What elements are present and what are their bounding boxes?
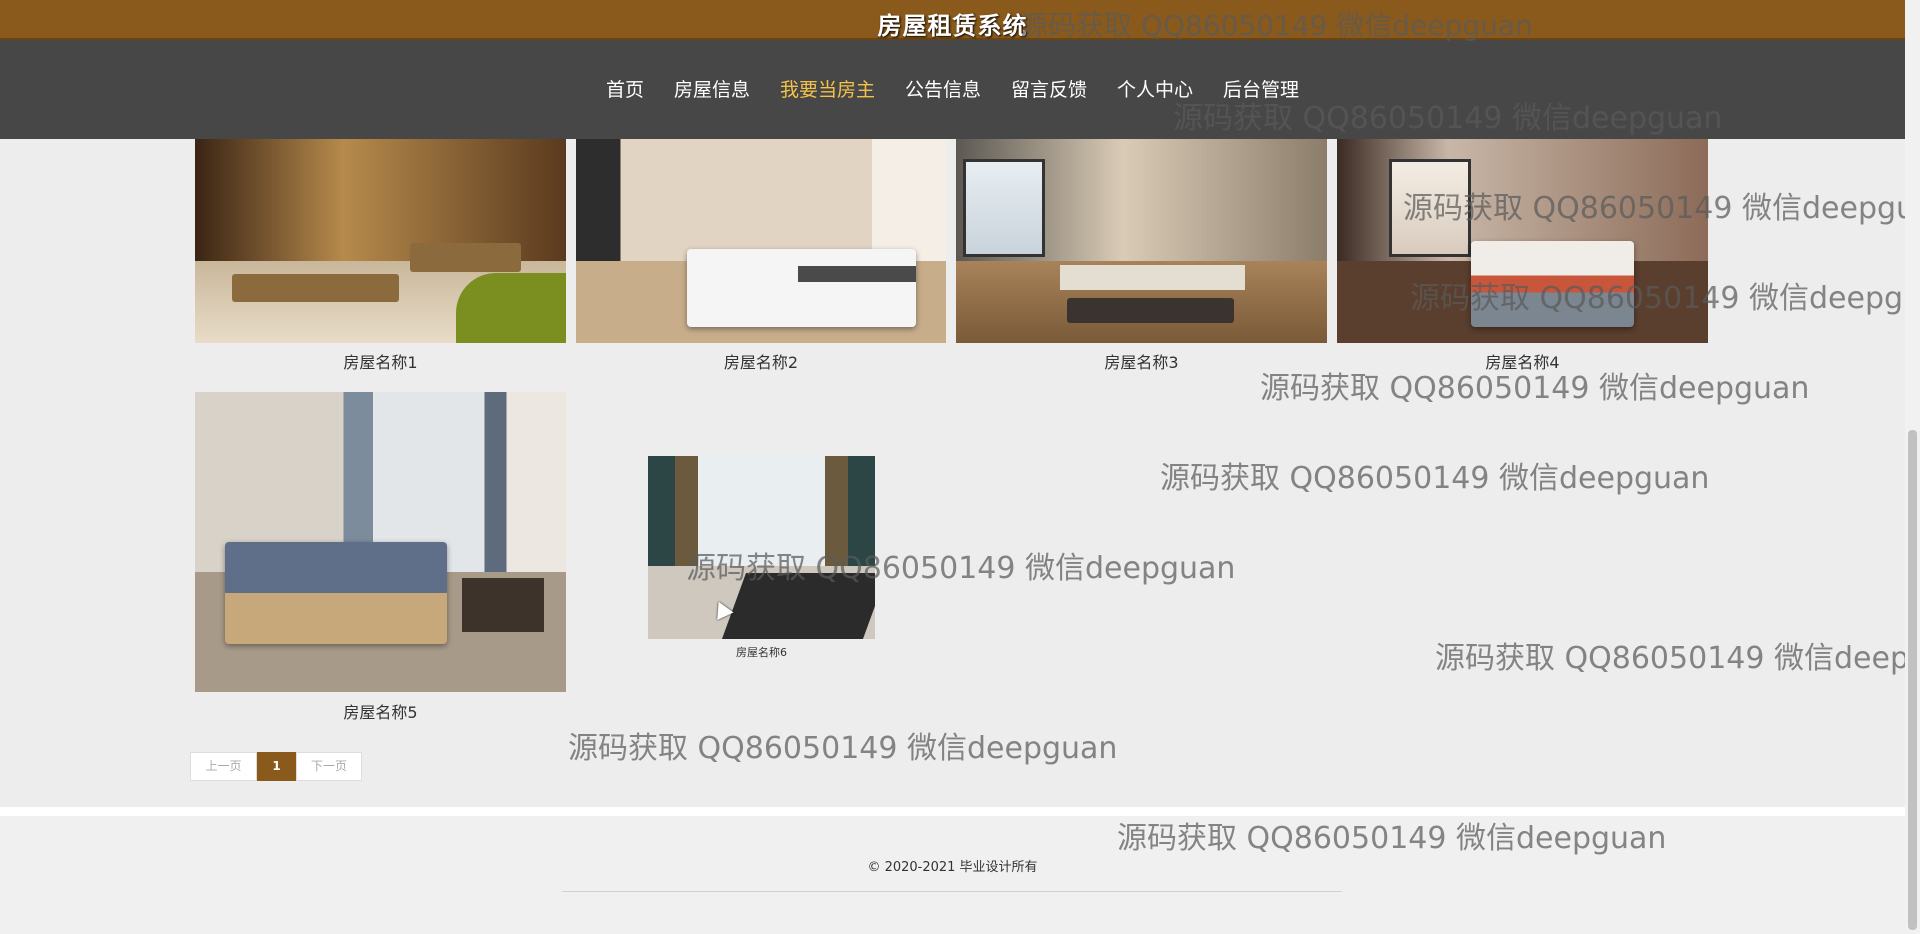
footer-divider (0, 807, 1905, 816)
copyright-text: © 2020-2021 毕业设计所有 (867, 860, 1038, 875)
top-banner: 房屋租赁系统 (0, 0, 1905, 40)
nav-item-personal-center[interactable]: 个人中心 (1117, 75, 1193, 102)
listing-image[interactable] (956, 139, 1327, 343)
listing-name[interactable]: 房屋名称3 (956, 349, 1327, 373)
listing-card[interactable]: 房屋名称3 (956, 139, 1327, 372)
nav-item-home[interactable]: 首页 (606, 75, 644, 102)
listing-name[interactable]: 房屋名称2 (576, 349, 946, 373)
main-navbar: 首页 房屋信息 我要当房主 公告信息 留言反馈 个人中心 后台管理 (0, 40, 1905, 139)
vertical-scrollbar[interactable] (1905, 0, 1920, 934)
next-page-button[interactable]: 下一页 (296, 752, 362, 781)
scrollbar-thumb[interactable] (1908, 430, 1917, 930)
listing-card[interactable]: 房屋名称4 (1337, 139, 1708, 372)
pagination: 上一页 1 下一页 (190, 752, 362, 781)
watermark-text: 源码获取 QQ86050149 微信deepguan (1435, 641, 1920, 676)
nav-item-house-info[interactable]: 房屋信息 (674, 75, 750, 102)
watermark-text: 源码获取 QQ86050149 微信deepguan (1160, 461, 1710, 496)
footer (0, 816, 1905, 934)
nav-item-announcements[interactable]: 公告信息 (905, 75, 981, 102)
listing-name[interactable]: 房屋名称1 (195, 349, 566, 373)
listing-name[interactable]: 房屋名称5 (195, 699, 566, 723)
listing-name[interactable]: 房屋名称4 (1337, 349, 1708, 373)
nav-item-become-landlord[interactable]: 我要当房主 (780, 75, 875, 102)
listing-image[interactable] (195, 392, 566, 692)
nav-item-admin[interactable]: 后台管理 (1223, 75, 1299, 102)
listing-image[interactable] (195, 139, 566, 343)
watermark-text: 源码获取 QQ86050149 微信deepguan (568, 731, 1118, 766)
listing-card[interactable]: 房屋名称1 (195, 139, 566, 372)
listing-image[interactable] (1337, 139, 1708, 343)
listing-card[interactable]: 房屋名称5 (195, 392, 566, 722)
listing-image[interactable] (648, 456, 875, 639)
site-title: 房屋租赁系统 (877, 12, 1028, 40)
nav-item-feedback[interactable]: 留言反馈 (1011, 75, 1087, 102)
prev-page-button[interactable]: 上一页 (190, 752, 257, 781)
listing-image[interactable] (576, 139, 946, 343)
listing-card[interactable]: 房屋名称6 (648, 456, 875, 660)
listing-name[interactable]: 房屋名称6 (648, 644, 875, 660)
nav-menu: 首页 房屋信息 我要当房主 公告信息 留言反馈 个人中心 后台管理 (0, 75, 1905, 102)
current-page-button[interactable]: 1 (257, 752, 296, 781)
footer-rule (562, 891, 1342, 892)
listing-card[interactable]: 房屋名称2 (576, 139, 946, 372)
